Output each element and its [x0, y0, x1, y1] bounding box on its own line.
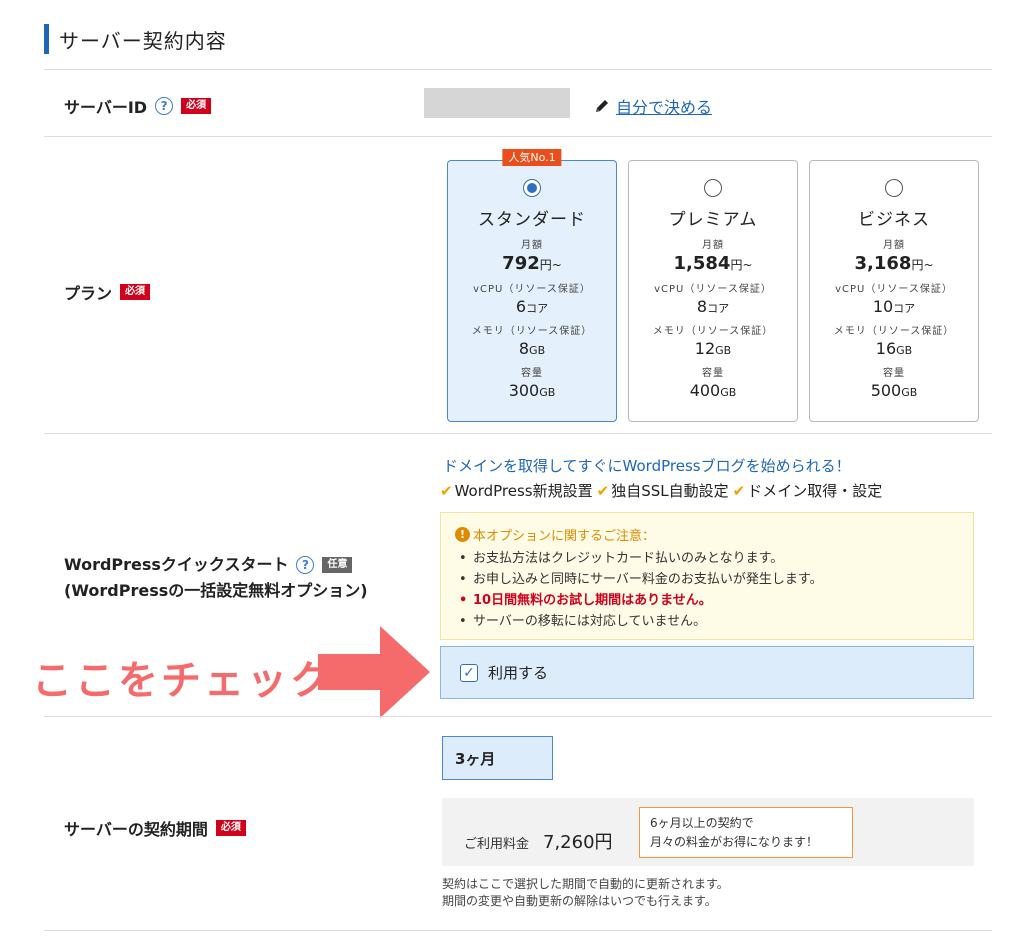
memory-label: メモリ（リソース保証） [471, 326, 593, 337]
check-icon: ✔ [596, 481, 610, 500]
plan-card-standard[interactable]: 人気No.1 スタンダード 月額 792円~ vCPU（リソース保証） 6コア … [447, 149, 617, 422]
cpu-label: vCPU（リソース保証） [654, 284, 772, 295]
memory-label: メモリ（リソース保証） [833, 326, 955, 337]
disk-value: 500GB [870, 381, 918, 400]
cpu-label: vCPU（リソース保証） [835, 284, 953, 295]
memory-value: 16GB [875, 339, 913, 358]
promo-box: 6ヶ月以上の契約で 月々の料金がお得になります！ [639, 807, 853, 858]
divider [44, 930, 992, 931]
plan-label: プラン [64, 284, 113, 303]
callout-text: ここをチェック [32, 658, 333, 704]
section-title: サーバー契約内容 [59, 28, 227, 53]
disk-value: 300GB [508, 381, 556, 400]
memory-value: 8GB [518, 339, 546, 358]
notice-box: ! 本オプションに関するご注意： お支払方法はクレジットカード払いのみとなります… [440, 512, 974, 640]
divider [44, 136, 992, 137]
use-option-box[interactable]: ✓ 利用する [440, 646, 974, 699]
divider [44, 716, 992, 717]
fee-value: 7,260円 [543, 832, 613, 853]
plan-price: 3,168円~ [854, 253, 934, 274]
disk-label: 容量 [883, 368, 905, 379]
section-header: サーバー契約内容 [44, 22, 227, 56]
warning-icon: ! [455, 527, 470, 542]
server-id-label-group: サーバーID ? 必須 [64, 94, 212, 118]
plan-price: 1,584円~ [673, 253, 753, 274]
section-accent-bar [44, 24, 49, 54]
plan-name: プレミアム [668, 210, 758, 230]
divider [44, 433, 992, 434]
price-label: 月額 [521, 240, 543, 251]
plan-radio-standard[interactable] [523, 179, 541, 197]
disk-label: 容量 [702, 368, 724, 379]
plan-name: ビジネス [858, 210, 930, 230]
price-label: 月額 [883, 240, 905, 251]
use-checkbox[interactable]: ✓ [460, 663, 478, 682]
use-checkbox-label[interactable]: 利用する [488, 662, 548, 683]
notice-item: お支払方法はクレジットカード払いのみとなります。 [455, 548, 959, 569]
check-icon: ✔ [440, 481, 453, 500]
plan-label-group: プラン 必須 [64, 280, 151, 304]
cpu-value: 6コア [515, 297, 549, 316]
notice-item: 10日間無料のお試し期間はありません。 [455, 590, 959, 611]
plan-card-premium[interactable]: プレミアム 月額 1,584円~ vCPU（リソース保証） 8コア メモリ（リソ… [628, 160, 798, 422]
server-id-field[interactable] [424, 88, 570, 118]
popular-badge: 人気No.1 [502, 149, 562, 166]
required-badge: 必須 [215, 820, 246, 836]
divider [44, 69, 992, 70]
cpu-label: vCPU（リソース保証） [473, 284, 591, 295]
pencil-icon [596, 100, 608, 112]
fee-label: ご利用料金 [464, 837, 530, 852]
wordpress-features: ✔ WordPress新規設置 ✔ 独自SSL自動設定 ✔ ドメイン取得・設定 [440, 480, 886, 501]
period-note: 契約はここで選択した期間で自動的に更新されます。 期間の変更や自動更新の解除はい… [442, 876, 729, 910]
period-note-line: 期間の変更や自動更新の解除はいつでも行えます。 [442, 894, 717, 908]
disk-value: 400GB [689, 381, 737, 400]
wordpress-sublabel: (WordPressの一括設定無料オプション) [64, 581, 368, 600]
plan-radio-business[interactable] [885, 179, 903, 197]
help-icon[interactable]: ? [155, 97, 174, 115]
memory-label: メモリ（リソース保証） [652, 326, 774, 337]
notice-list: お支払方法はクレジットカード払いのみとなります。 お申し込みと同時にサーバー料金… [455, 548, 959, 632]
fee-box: ご利用料金 7,260円 6ヶ月以上の契約で 月々の料金がお得になります！ [442, 798, 974, 866]
feature-item: WordPress新規設置 [454, 482, 593, 500]
wordpress-label-group: WordPressクイックスタート ? 任意 (WordPressの一括設定無料… [64, 552, 368, 604]
feature-item: 独自SSL自動設定 [611, 482, 729, 500]
optional-badge: 任意 [322, 557, 353, 573]
required-badge: 必須 [181, 98, 212, 114]
period-label-group: サーバーの契約期間 必須 [64, 816, 246, 840]
notice-item: サーバーの移転には対応していません。 [455, 611, 959, 632]
notice-title: 本オプションに関するご注意： [473, 529, 656, 544]
server-id-label: サーバーID [64, 98, 148, 117]
promo-line: 月々の料金がお得になります！ [650, 835, 819, 849]
plan-price: 792円~ [502, 253, 562, 274]
plan-card-business[interactable]: ビジネス 月額 3,168円~ vCPU（リソース保証） 10コア メモリ（リソ… [809, 160, 979, 422]
memory-value: 12GB [694, 339, 732, 358]
wordpress-intro: ドメインを取得してすぐにWordPressブログを始められる！ [443, 457, 851, 475]
check-icon: ✔ [732, 481, 746, 500]
help-icon[interactable]: ? [296, 556, 315, 574]
promo-line: 6ヶ月以上の契約で [650, 816, 754, 830]
plan-radio-premium[interactable] [704, 179, 722, 197]
plan-name: スタンダード [478, 210, 586, 230]
period-label: サーバーの契約期間 [64, 820, 208, 839]
feature-item: ドメイン取得・設定 [747, 482, 883, 500]
price-label: 月額 [702, 240, 724, 251]
notice-item: お申し込みと同時にサーバー料金のお支払いが発生します。 [455, 569, 959, 590]
disk-label: 容量 [521, 368, 543, 379]
period-note-line: 契約はここで選択した期間で自動的に更新されます。 [442, 877, 729, 891]
arrow-right-icon [318, 626, 430, 718]
wordpress-label: WordPressクイックスタート [64, 555, 289, 574]
period-select[interactable]: 3ヶ月 [442, 736, 553, 780]
notice-title-group: ! 本オプションに関するご注意： [455, 525, 959, 544]
choose-id-link-label: 自分で決める [616, 98, 713, 117]
choose-id-link[interactable]: 自分で決める [594, 94, 712, 118]
cpu-value: 10コア [872, 297, 916, 316]
cpu-value: 8コア [696, 297, 730, 316]
required-badge: 必須 [120, 284, 151, 300]
